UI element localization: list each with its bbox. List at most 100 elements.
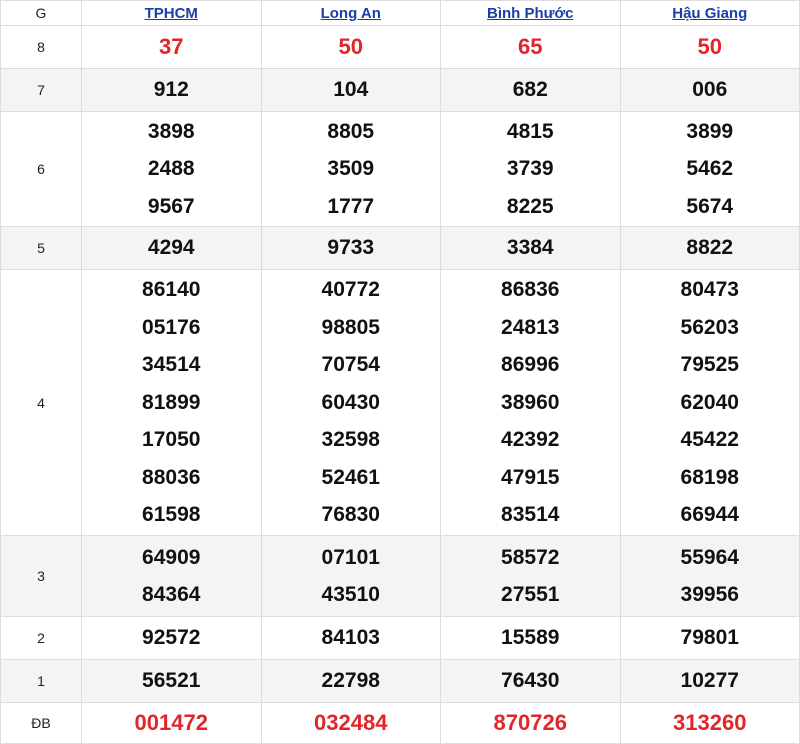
- province-link-long-an[interactable]: Long An: [321, 5, 381, 22]
- result-number: 15589: [501, 626, 560, 650]
- result-number: 81899: [142, 390, 201, 414]
- result-cell: 86140 05176 34514 81899 17050 88036 61598: [81, 269, 262, 536]
- result-cell: 001472: [81, 702, 262, 744]
- result-number: 61598: [142, 503, 201, 527]
- result-number: 32598: [321, 428, 380, 452]
- prize-label: 1: [0, 659, 82, 703]
- result-number: 50: [697, 34, 722, 60]
- result-number: 79525: [680, 353, 739, 377]
- result-cell: 912: [81, 68, 262, 112]
- result-number: 52461: [321, 465, 380, 489]
- province-header-2: Bình Phước: [440, 0, 621, 26]
- result-number: 38960: [501, 390, 560, 414]
- province-header-3: Hậu Giang: [619, 0, 800, 26]
- result-number: 86996: [501, 353, 560, 377]
- result-cell: 4815 3739 8225: [440, 111, 621, 227]
- result-cell: 76430: [440, 659, 621, 703]
- result-number: 17050: [142, 428, 201, 452]
- result-cell: 3384: [440, 226, 621, 270]
- result-cell: 032484: [260, 702, 441, 744]
- result-cell: 50: [619, 25, 800, 69]
- result-number: 032484: [314, 710, 388, 736]
- prize-row: ĐB 001472 032484 870726 313260: [0, 702, 800, 744]
- result-number: 98805: [321, 315, 380, 339]
- result-number: 58572: [501, 545, 560, 569]
- result-cell: 4294: [81, 226, 262, 270]
- prize-row: 2 92572 84103 15589 79801: [0, 616, 800, 660]
- result-cell: 58572 27551: [440, 535, 621, 617]
- result-cell: 37: [81, 25, 262, 69]
- result-cell: 40772 98805 70754 60430 32598 52461 76830: [260, 269, 441, 536]
- result-cell: 006: [619, 68, 800, 112]
- prize-column-header: G: [0, 0, 82, 26]
- result-number: 870726: [493, 710, 567, 736]
- province-link-binh-phuoc[interactable]: Bình Phước: [487, 5, 574, 22]
- prize-label: 5: [0, 226, 82, 270]
- result-cell: 8805 3509 1777: [260, 111, 441, 227]
- result-cell: 3899 5462 5674: [619, 111, 800, 227]
- result-cell: 104: [260, 68, 441, 112]
- result-number: 5674: [686, 194, 734, 218]
- result-number: 001472: [134, 710, 208, 736]
- result-number: 1777: [327, 194, 375, 218]
- result-number: 104: [333, 78, 369, 102]
- result-cell: 50: [260, 25, 441, 69]
- results-body: 8 37 50 65 50 7 912 104 682 006 6 3898 2488 9567 8805 3…: [0, 25, 800, 744]
- result-number: 10277: [680, 669, 739, 693]
- result-number: 39956: [680, 583, 739, 606]
- result-number: 70754: [321, 353, 380, 377]
- prize-row: 8 37 50 65 50: [0, 25, 800, 69]
- result-cell: 15589: [440, 616, 621, 660]
- result-number: 62040: [680, 390, 739, 414]
- result-cell: 870726: [440, 702, 621, 744]
- prize-row: 6 3898 2488 9567 8805 3509 1777 4815 3739 8225 389…: [0, 111, 800, 227]
- result-number: 76430: [501, 669, 560, 693]
- result-cell: 8822: [619, 226, 800, 270]
- province-link-hau-giang[interactable]: Hậu Giang: [672, 5, 747, 22]
- result-number: 3509: [327, 157, 375, 181]
- result-number: 682: [512, 78, 548, 102]
- result-number: 006: [692, 78, 728, 102]
- result-number: 3899: [686, 119, 734, 143]
- prize-row: 3 64909 84364 07101 43510 58572 27551 55964 3995…: [0, 535, 800, 617]
- result-cell: 80473 56203 79525 62040 45422 68198 66944: [619, 269, 800, 536]
- result-cell: 92572: [81, 616, 262, 660]
- result-number: 40772: [321, 278, 380, 302]
- result-number: 3384: [506, 236, 554, 260]
- prize-label: 3: [0, 535, 82, 617]
- province-link-tphcm[interactable]: TPHCM: [145, 5, 198, 22]
- result-cell: 22798: [260, 659, 441, 703]
- result-cell: 64909 84364: [81, 535, 262, 617]
- prize-label: 6: [0, 111, 82, 227]
- result-cell: 682: [440, 68, 621, 112]
- result-number: 9567: [147, 194, 195, 218]
- result-number: 84364: [142, 583, 201, 606]
- result-cell: 10277: [619, 659, 800, 703]
- result-number: 92572: [142, 626, 201, 650]
- header-row: G TPHCM Long An Bình Phước Hậu Giang: [0, 0, 800, 26]
- result-cell: 313260: [619, 702, 800, 744]
- result-number: 5462: [686, 157, 734, 181]
- prize-label: 7: [0, 68, 82, 112]
- result-number: 42392: [501, 428, 560, 452]
- result-number: 05176: [142, 315, 201, 339]
- lottery-results-table: G TPHCM Long An Bình Phước Hậu Giang 8 37…: [0, 0, 800, 744]
- result-number: 64909: [142, 545, 201, 569]
- result-number: 34514: [142, 353, 201, 377]
- prize-row: 7 912 104 682 006: [0, 68, 800, 112]
- result-cell: 86836 24813 86996 38960 42392 47915 83514: [440, 269, 621, 536]
- result-number: 912: [153, 78, 189, 102]
- result-cell: 55964 39956: [619, 535, 800, 617]
- result-number: 3739: [506, 157, 554, 181]
- result-number: 4815: [506, 119, 554, 143]
- result-number: 55964: [680, 545, 739, 569]
- province-header-0: TPHCM: [81, 0, 262, 26]
- prize-label: 2: [0, 616, 82, 660]
- prize-row: 1 56521 22798 76430 10277: [0, 659, 800, 703]
- result-cell: 56521: [81, 659, 262, 703]
- result-number: 22798: [321, 669, 380, 693]
- prize-label: 4: [0, 269, 82, 536]
- result-cell: 9733: [260, 226, 441, 270]
- result-number: 8805: [327, 119, 375, 143]
- result-number: 68198: [680, 465, 739, 489]
